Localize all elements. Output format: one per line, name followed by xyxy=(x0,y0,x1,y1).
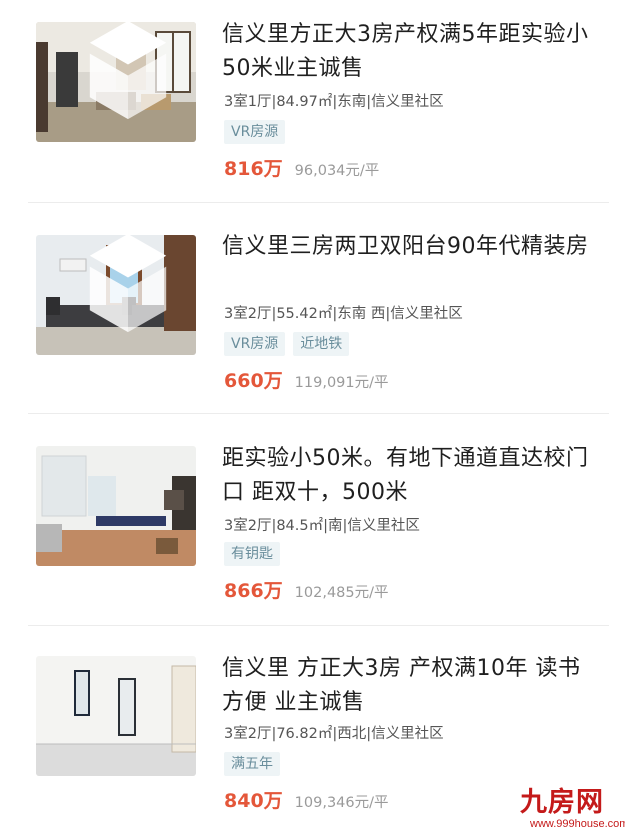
total-price: 840万 xyxy=(224,790,283,812)
tag-near-subway: 近地铁 xyxy=(293,332,350,356)
listing-tags: 有钥匙 xyxy=(224,542,280,566)
unit-price: 96,034元/平 xyxy=(294,163,380,179)
listing-layout-info: 3室2厅|76.82㎡|西北|信义里社区 xyxy=(224,726,444,742)
listing-price-row: 840万 109,346元/平 xyxy=(224,786,389,813)
listing-photo[interactable] xyxy=(36,446,196,566)
listing-tags: 满五年 xyxy=(224,752,280,776)
listing-price-row: 816万 96,034元/平 xyxy=(224,154,379,181)
listing-photo[interactable] xyxy=(36,656,196,776)
listing-title[interactable]: 信义里三房两卫双阳台90年代精装房 xyxy=(222,230,602,264)
room-photo-dining-room xyxy=(36,446,196,566)
divider xyxy=(28,202,609,203)
listing-price-row: 866万 102,485元/平 xyxy=(224,576,389,603)
total-price: 866万 xyxy=(224,580,283,602)
tag-vr: VR房源 xyxy=(224,120,286,144)
room-photo-empty-bedroom xyxy=(36,656,196,776)
listing-price-row: 660万 119,091元/平 xyxy=(224,366,389,393)
total-price: 660万 xyxy=(224,370,283,392)
listing-photo[interactable] xyxy=(36,235,196,355)
watermark-url: www.999house.com xyxy=(530,818,625,830)
site-watermark: 九房网 www.999house.com xyxy=(506,787,625,834)
listing-title[interactable]: 信义里方正大3房产权满5年距实验小50米业主诚售 xyxy=(222,18,602,86)
listing-layout-info: 3室1厅|84.97㎡|东南|信义里社区 xyxy=(224,94,444,110)
tag-five-years: 满五年 xyxy=(224,752,280,776)
vr-icon xyxy=(89,235,167,333)
divider xyxy=(28,625,609,626)
total-price: 816万 xyxy=(224,158,283,180)
listing-title[interactable]: 信义里 方正大3房 产权满10年 读书方便 业主诚售 xyxy=(222,652,602,720)
listing-card[interactable]: 信义里方正大3房产权满5年距实验小50米业主诚售 3室1厅|84.97㎡|东南|… xyxy=(0,0,625,190)
listing-card[interactable]: 信义里三房两卫双阳台90年代精装房 3室2厅|55.42㎡|东南 西|信义里社区… xyxy=(0,212,625,402)
listing-photo[interactable] xyxy=(36,22,196,142)
vr-icon xyxy=(89,22,167,120)
tag-has-key: 有钥匙 xyxy=(224,542,280,566)
listing-card[interactable]: 距实验小50米。有地下通道直达校门口 距双十，500米 3室2厅|84.5㎡|南… xyxy=(0,424,625,614)
listing-tags: VR房源 近地铁 xyxy=(224,332,350,356)
listing-layout-info: 3室2厅|55.42㎡|东南 西|信义里社区 xyxy=(224,306,463,322)
listing-layout-info: 3室2厅|84.5㎡|南|信义里社区 xyxy=(224,518,420,534)
unit-price: 109,346元/平 xyxy=(294,795,389,811)
watermark-logo: 九房网 xyxy=(520,787,604,818)
unit-price: 102,485元/平 xyxy=(294,585,389,601)
listing-tags: VR房源 xyxy=(224,120,286,144)
divider xyxy=(28,413,609,414)
unit-price: 119,091元/平 xyxy=(294,375,389,391)
tag-vr: VR房源 xyxy=(224,332,286,356)
listing-title[interactable]: 距实验小50米。有地下通道直达校门口 距双十，500米 xyxy=(222,442,602,510)
